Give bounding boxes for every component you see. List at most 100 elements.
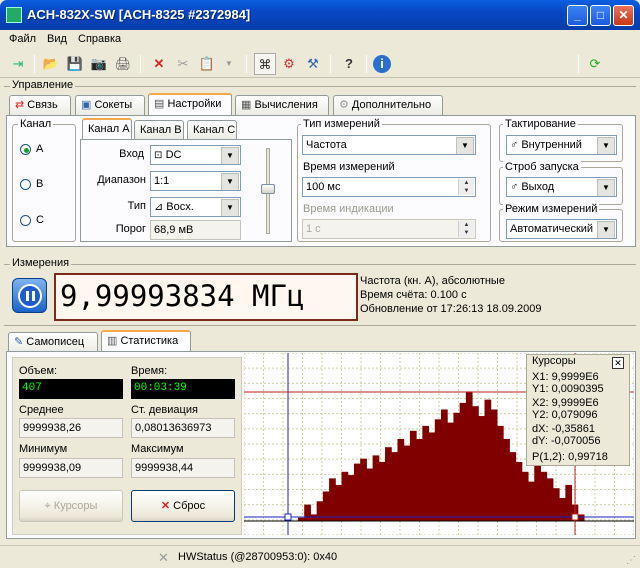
menu-file[interactable]: Файл <box>9 33 36 45</box>
channel-c-radio[interactable] <box>20 215 31 226</box>
histogram-bar <box>360 458 367 521</box>
cursors-icon: ⌖ <box>44 500 54 512</box>
cursors-button[interactable]: ⌖ Курсоры <box>19 490 123 522</box>
range-select[interactable]: 1:1 ▼ <box>150 171 241 191</box>
status-text: HWStatus (@28700953:0): 0x40 <box>178 551 338 563</box>
threshold-field[interactable]: 68,9 мВ <box>150 220 241 240</box>
channel-b-label: B <box>36 178 44 190</box>
histogram-bar <box>447 422 454 521</box>
histogram-bar <box>378 461 386 521</box>
settings-icon[interactable]: ⚒ <box>302 53 324 75</box>
mean-field: 9999938,26 <box>19 418 123 438</box>
histogram-bar <box>372 455 380 521</box>
tab-channel-b[interactable]: Канал B <box>134 120 184 140</box>
channel-a-radio[interactable] <box>20 144 31 155</box>
clocking-label: Тактирование <box>503 118 578 130</box>
tools-icon[interactable]: ⚙ <box>278 53 300 75</box>
measurement-info-3: Обновление от 17:26:13 18.09.2009 <box>360 303 542 315</box>
tab-statistics[interactable]: ▥ Статистика <box>101 330 191 352</box>
mode-select[interactable]: Автоматический ▼ <box>506 219 617 239</box>
histogram-bar <box>341 471 349 521</box>
tab-channel-c[interactable]: Канал C <box>187 120 237 140</box>
measure-type-label: Тип измерений <box>301 118 382 130</box>
cursor-2-marker <box>571 513 579 521</box>
histogram-bar <box>559 498 566 521</box>
histogram-bar <box>428 432 436 521</box>
histogram-bar <box>353 463 361 521</box>
min-label: Минимум <box>19 443 68 455</box>
open-icon[interactable]: 📂 <box>40 53 62 75</box>
menu-help[interactable]: Справка <box>78 33 121 45</box>
cursor-1-marker <box>284 513 292 521</box>
measurement-display: 9,99993834 МГц <box>54 273 358 321</box>
cursor-x2: X2: 9,9999E6 <box>532 397 599 409</box>
resize-grip-icon[interactable]: ⋰ <box>626 555 638 567</box>
close-button[interactable]: ✕ <box>613 5 634 26</box>
histogram-bar <box>316 501 324 521</box>
measure-type-select[interactable]: Частота ▼ <box>302 135 476 155</box>
volume-label: Объем: <box>19 365 58 377</box>
cursor-p: P(1,2): 0,99718 <box>532 451 608 463</box>
histogram-bar <box>465 391 473 521</box>
connect-icon[interactable]: ⌘ <box>254 53 276 75</box>
refresh-icon[interactable]: ⟳ <box>584 53 606 75</box>
histogram-bar <box>366 468 374 521</box>
help-icon[interactable]: ? <box>338 53 360 75</box>
camera-icon[interactable]: 📷 <box>88 53 110 75</box>
status-bar: ✕ HWStatus (@28700953:0): 0x40 ⋰ <box>0 545 640 568</box>
reset-button[interactable]: ✕ Сброс <box>131 490 235 522</box>
tab-settings[interactable]: ▤ Настройки <box>148 93 232 115</box>
histogram-bar <box>496 425 504 521</box>
tab-connection[interactable]: ⇄ Связь <box>9 95 71 115</box>
delete-icon[interactable]: ✕ <box>148 53 170 75</box>
window-title: ACH-832X-SW [ACH-8325 #2372984] <box>27 7 251 22</box>
tab-calculations[interactable]: ▦ Вычисления <box>235 95 329 115</box>
histogram-bar <box>490 409 498 521</box>
tab-recorder[interactable]: ✎ Самописец <box>8 332 98 352</box>
min-field: 9999938,09 <box>19 458 123 478</box>
trigger-select[interactable]: ♂ Выход ▼ <box>506 177 617 197</box>
histogram-bar <box>478 416 486 521</box>
input-select[interactable]: ⊡ DC ▼ <box>150 145 241 165</box>
clocking-select[interactable]: ♂ Внутренний ▼ <box>506 135 617 155</box>
measure-time-label: Время измерений <box>301 161 397 173</box>
histogram-bar <box>310 514 318 521</box>
std-field: 0,08013636973 <box>131 418 235 438</box>
histogram-bar <box>472 406 479 521</box>
pause-button[interactable] <box>12 278 47 313</box>
histogram-bar <box>546 478 554 521</box>
histogram-bar <box>565 484 573 521</box>
cut-icon[interactable]: ✂ <box>172 53 194 75</box>
measure-time-input[interactable]: 100 мс ▲ ▼ <box>302 177 476 197</box>
menu-view[interactable]: Вид <box>47 33 67 45</box>
save-icon[interactable]: 💾 <box>64 53 86 75</box>
histogram-bar <box>459 402 467 521</box>
paste-dropdown-icon[interactable]: ▼ <box>218 53 240 75</box>
channel-b-radio[interactable] <box>20 179 31 190</box>
toolbar: ⇥ 📂 💾 📷 🖨 ✕ ✂ 📋 ▼ ⌘ ⚙ ⚒ ? i ⟳ <box>0 50 640 78</box>
tab-channel-a[interactable]: Канал A <box>82 118 132 140</box>
histogram-bar <box>397 439 405 521</box>
mean-label: Среднее <box>19 404 64 416</box>
threshold-slider-thumb[interactable] <box>261 184 275 194</box>
paste-icon[interactable]: 📋 <box>196 53 218 75</box>
tab-additional[interactable]: ⚙ Дополнительно <box>333 95 443 115</box>
histogram-bar <box>534 465 541 521</box>
tab-sockets[interactable]: ▣ Сокеты <box>75 95 145 115</box>
maximize-button[interactable]: □ <box>590 5 611 26</box>
cursors-close-icon[interactable]: ✕ <box>612 357 624 369</box>
type-select[interactable]: ⊿ Восх. ▼ <box>150 197 241 217</box>
histogram-bar <box>453 412 461 521</box>
display-time-input[interactable]: 1 с ▲ ▼ <box>302 219 476 239</box>
info-icon[interactable]: i <box>373 55 391 73</box>
histogram-bar <box>540 471 548 521</box>
histogram-bar <box>329 478 336 521</box>
type-label: Тип <box>127 200 146 212</box>
title-bar[interactable]: ACH-832X-SW [ACH-8325 #2372984] _ □ ✕ <box>0 0 640 30</box>
pause-icon <box>18 284 42 308</box>
control-section-label: Управление <box>10 79 76 91</box>
print-icon[interactable]: 🖨 <box>112 53 134 75</box>
cursor-dx: dX: -0,35861 <box>532 423 595 435</box>
minimize-button[interactable]: _ <box>567 5 588 26</box>
measurement-info-2: Время счёта: 0.100 с <box>360 289 467 301</box>
